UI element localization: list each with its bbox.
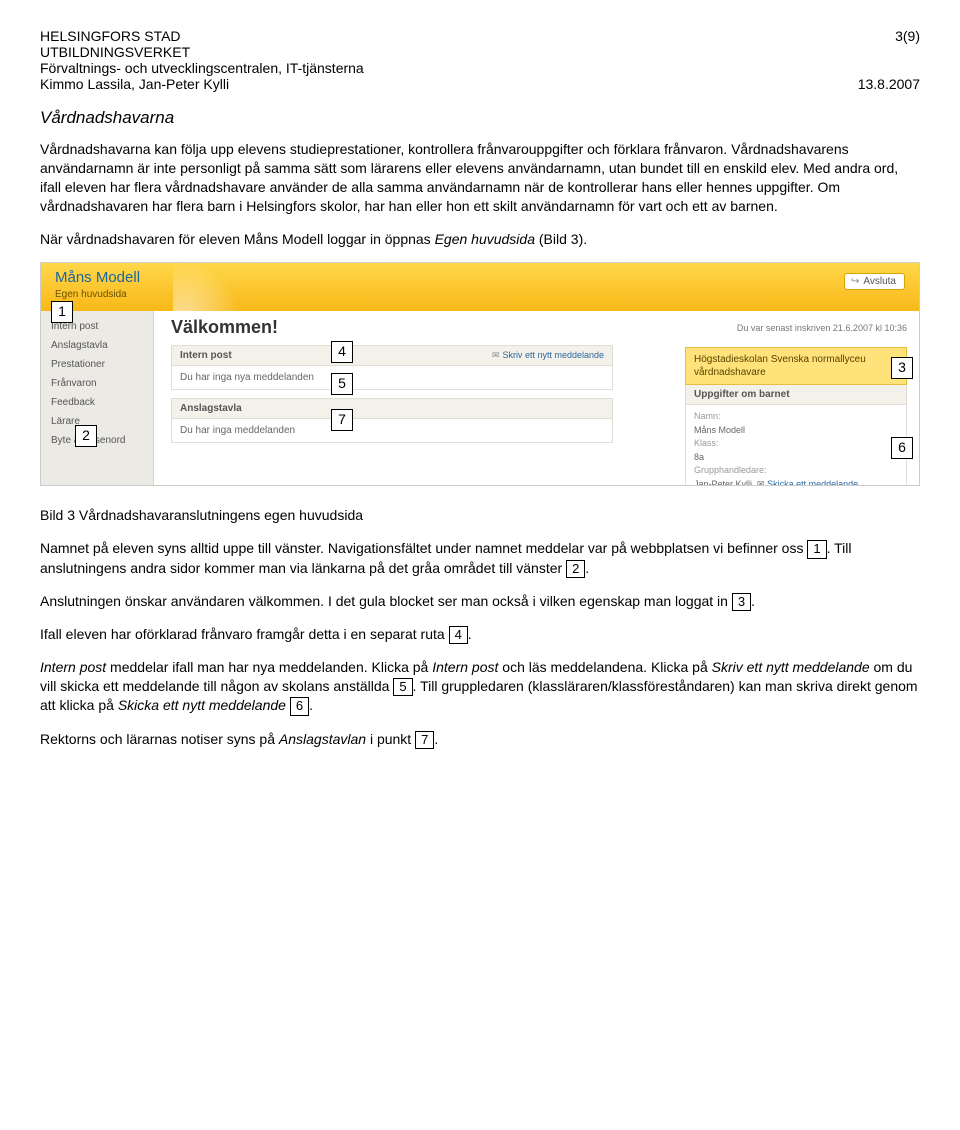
page-number: 3(9) xyxy=(895,28,920,44)
org-line-2: UTBILDNINGSVERKET xyxy=(40,44,190,60)
anslagstavla-header: Anslagstavla xyxy=(171,398,613,419)
intern-post-header: Intern post ✉Skriv ett nytt meddelande xyxy=(171,345,613,366)
child-info-body: Namn: Måns Modell Klass: 8a Grupphandled… xyxy=(685,405,907,486)
nav-byte-losenord[interactable]: Byte av lösenord xyxy=(41,431,153,450)
callout-5: 5 xyxy=(331,373,353,395)
intro-paragraph: Vårdnadshavarna kan följa upp elevens st… xyxy=(40,140,920,216)
paragraph-nav: Namnet på eleven syns alltid uppe till v… xyxy=(40,539,920,578)
org-line-3: Förvaltnings- och utvecklingscentralen, … xyxy=(40,60,364,76)
logout-icon: ↪ xyxy=(851,276,859,287)
document-header: HELSINGFORS STAD 3(9) UTBILDNINGSVERKET … xyxy=(40,28,920,92)
paragraph-anslagstavla: Rektorns och lärarnas notiser syns på An… xyxy=(40,730,920,749)
nav-anslagstavla[interactable]: Anslagstavla xyxy=(41,336,153,355)
topbar: Måns Modell Egen huvudsida ↪Avsluta xyxy=(41,263,919,311)
paragraph-internpost: Intern post meddelar ifall man har nya m… xyxy=(40,658,920,715)
breadcrumb: Egen huvudsida xyxy=(55,289,127,300)
callout-4: 4 xyxy=(331,341,353,363)
welcome-heading: Välkommen! xyxy=(171,317,278,338)
logout-button[interactable]: ↪Avsluta xyxy=(844,273,905,290)
right-column: Högstadieskolan Svenska normallyceu vård… xyxy=(685,347,907,486)
nav-franvaron[interactable]: Frånvaron xyxy=(41,374,153,393)
last-login: Du var senast inskriven 21.6.2007 kl 10:… xyxy=(737,323,907,333)
section-title: Vårdnadshavarna xyxy=(40,108,920,128)
center-column: Intern post ✉Skriv ett nytt meddelande D… xyxy=(171,345,613,443)
callout-3: 3 xyxy=(891,357,913,379)
date: 13.8.2007 xyxy=(858,76,920,92)
write-new-message-link[interactable]: ✉Skriv ett nytt meddelande xyxy=(492,350,604,361)
nav-larare[interactable]: Lärare xyxy=(41,412,153,431)
org-line-1: HELSINGFORS STAD xyxy=(40,28,181,44)
callout-1: 1 xyxy=(51,301,73,323)
callout-6: 6 xyxy=(891,437,913,459)
callout-7: 7 xyxy=(331,409,353,431)
child-info-header: Uppgifter om barnet xyxy=(685,385,907,405)
callout-2: 2 xyxy=(75,425,97,447)
paragraph-welcome: Anslutningen önskar användaren välkommen… xyxy=(40,592,920,611)
student-name: Måns Modell xyxy=(55,269,140,286)
nav-prestationer[interactable]: Prestationer xyxy=(41,355,153,374)
intern-post-row: Du har inga nya meddelanden xyxy=(171,366,613,390)
left-nav: Intern post Anslagstavla Prestationer Fr… xyxy=(41,311,154,485)
authors: Kimmo Lassila, Jan-Peter Kylli xyxy=(40,76,229,92)
paragraph-absence: Ifall eleven har oförklarad frånvaro fra… xyxy=(40,625,920,644)
screenshot-bild-3: Måns Modell Egen huvudsida ↪Avsluta Inte… xyxy=(40,262,920,486)
login-paragraph: När vårdnadshavaren för eleven Måns Mode… xyxy=(40,230,920,249)
figure-caption: Bild 3 Vårdnadshavaranslutningens egen h… xyxy=(40,506,920,525)
anslagstavla-row: Du har inga meddelanden xyxy=(171,419,613,443)
send-message-link[interactable]: Skicka ett meddelande xyxy=(767,479,858,487)
role-box: Högstadieskolan Svenska normallyceu vård… xyxy=(685,347,907,385)
envelope-icon: ✉ xyxy=(757,479,765,487)
nav-feedback[interactable]: Feedback xyxy=(41,393,153,412)
envelope-icon: ✉ xyxy=(492,350,500,360)
